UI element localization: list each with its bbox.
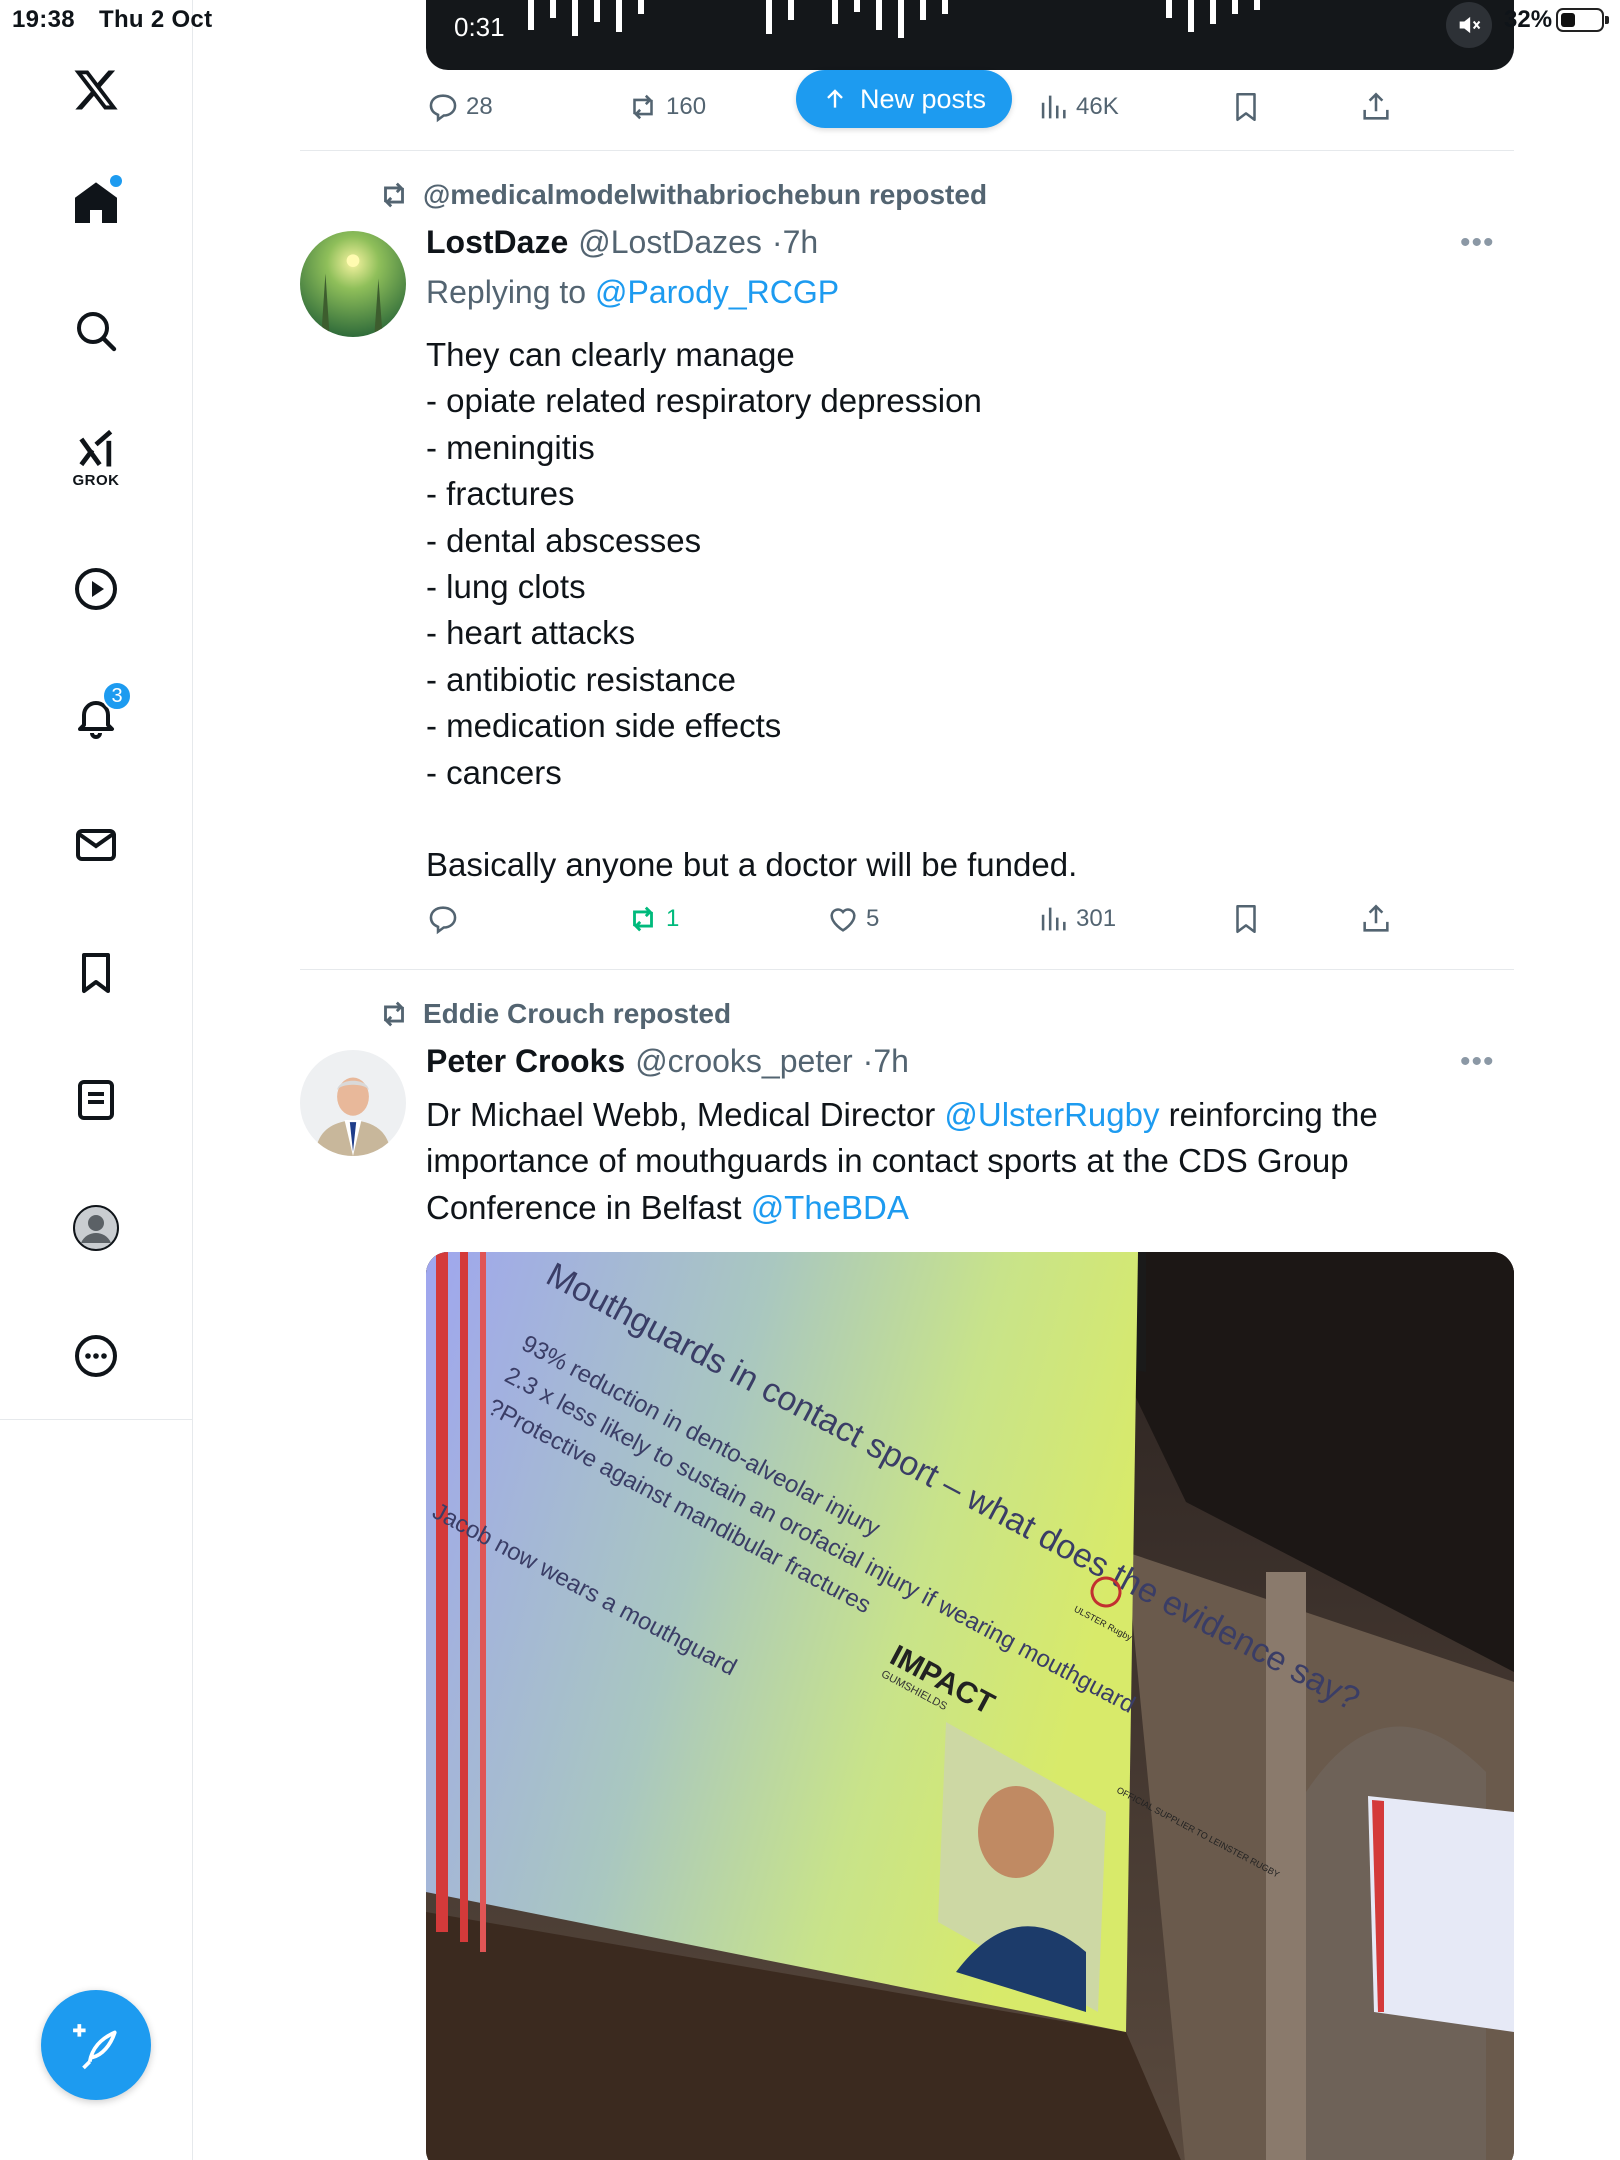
mention-link[interactable]: @UlsterRugby	[944, 1096, 1159, 1133]
repost-count: 160	[666, 93, 707, 120]
post-text: Dr Michael Webb, Medical Director @Ulste…	[426, 1092, 1426, 1231]
notifications-badge: 3	[102, 681, 132, 711]
post-actions: 1 5 301	[426, 902, 1426, 942]
sidebar-item-grok[interactable]: GROK	[56, 418, 136, 498]
sidebar-item-video[interactable]	[56, 549, 136, 629]
repost-button[interactable]: 1	[626, 902, 679, 936]
views-button[interactable]: 46K	[1036, 90, 1119, 124]
sidebar: GROK 3	[0, 0, 193, 2160]
share-button[interactable]	[1359, 90, 1393, 124]
like-count: 5	[866, 905, 880, 932]
replying-to: Replying to @Parody_RCGP	[426, 274, 839, 311]
reply-count: 28	[466, 93, 493, 120]
views-icon	[1041, 95, 1066, 119]
separator-dot: ·	[771, 224, 783, 260]
share-button[interactable]	[1359, 902, 1393, 936]
play-icon	[75, 568, 117, 610]
profile-icon	[73, 1205, 119, 1251]
post-text-part: Dr Michael Webb, Medical Director	[426, 1096, 945, 1133]
list-icon	[78, 1080, 114, 1120]
grok-label: GROK	[72, 471, 120, 489]
sidebar-item-explore[interactable]	[56, 291, 136, 371]
author-handle[interactable]: @LostDazes	[578, 224, 762, 261]
bookmark-icon	[1236, 92, 1256, 122]
grok-icon	[79, 429, 113, 466]
repost-icon	[633, 906, 653, 932]
bookmark-button[interactable]	[1229, 902, 1263, 936]
views-icon	[1041, 907, 1066, 931]
views-button[interactable]: 301	[1036, 902, 1116, 936]
timeline: 0:31 28 160 46K New posts @medicalmodelw…	[300, 0, 1514, 2160]
battery-percent: 32%	[1504, 6, 1553, 33]
author-name[interactable]: LostDaze	[426, 224, 568, 261]
bookmark-icon	[82, 953, 110, 993]
share-icon	[1363, 904, 1389, 932]
post-divider	[300, 969, 1514, 970]
compose-button[interactable]	[41, 1990, 151, 2100]
battery-icon	[1556, 8, 1609, 32]
sidebar-item-profile[interactable]	[56, 1188, 136, 1268]
reply-prefix: Replying to	[426, 274, 587, 310]
repost-label: @medicalmodelwithabriochebun reposted	[423, 179, 988, 210]
reply-mention-link[interactable]: @Parody_RCGP	[595, 274, 839, 310]
new-posts-button[interactable]: New posts	[796, 70, 1013, 128]
views-count: 46K	[1076, 93, 1119, 120]
avatar[interactable]	[300, 231, 406, 337]
repost-icon	[384, 1001, 404, 1027]
post-divider	[300, 150, 1514, 151]
post-header: LostDaze @LostDazes · 7h	[426, 224, 818, 261]
new-posts-label: New posts	[860, 83, 987, 114]
more-options-button[interactable]: •••	[1460, 226, 1495, 260]
post-header: Peter Crooks @crooks_peter · 7h	[426, 1043, 909, 1080]
repost-icon	[384, 182, 404, 208]
author-handle[interactable]: @crooks_peter	[635, 1043, 852, 1080]
arrow-up-icon	[827, 89, 843, 108]
sidebar-item-bookmarks[interactable]	[56, 933, 136, 1013]
separator-dot: ·	[862, 1043, 874, 1079]
post-text: They can clearly manage - opiate related…	[426, 336, 1078, 884]
reply-button[interactable]: 28	[426, 90, 493, 124]
reply-icon	[429, 94, 457, 123]
sidebar-item-home[interactable]	[56, 163, 136, 243]
more-icon	[75, 1335, 117, 1377]
repost-button[interactable]: 160	[626, 90, 706, 124]
repost-label: Eddie Crouch reposted	[423, 998, 732, 1029]
like-button[interactable]: 5	[826, 902, 879, 936]
bookmark-button[interactable]	[1229, 90, 1263, 124]
reply-icon	[429, 906, 457, 935]
sidebar-item-messages[interactable]	[56, 805, 136, 885]
reply-button[interactable]	[426, 902, 466, 936]
post-time: 7h	[873, 1043, 909, 1079]
repost-icon	[633, 94, 653, 120]
mail-icon	[76, 829, 116, 861]
post-image[interactable]: Mouthguards in contact sport – what does…	[426, 1252, 1514, 2160]
sidebar-item-lists[interactable]	[56, 1060, 136, 1140]
more-options-button[interactable]: •••	[1460, 1045, 1495, 1079]
repost-context: @medicalmodelwithabriochebun reposted	[377, 178, 987, 212]
x-logo-icon[interactable]	[56, 50, 136, 130]
sidebar-divider	[0, 1419, 192, 1420]
status-bar: 19:38 Thu 2 Oct 32%	[0, 0, 1620, 40]
views-count: 301	[1076, 905, 1117, 932]
home-unread-dot	[110, 175, 122, 187]
status-time: 19:38	[12, 6, 75, 33]
post-time: 7h	[782, 224, 819, 260]
search-icon	[77, 312, 117, 352]
heart-icon	[830, 908, 856, 932]
compose-icon	[73, 2024, 117, 2070]
sidebar-item-notifications[interactable]: 3	[56, 677, 136, 757]
avatar[interactable]	[300, 1050, 406, 1156]
sidebar-item-more[interactable]	[56, 1316, 136, 1396]
status-date: Thu 2 Oct	[99, 6, 213, 33]
share-icon	[1363, 92, 1389, 120]
author-name[interactable]: Peter Crooks	[426, 1043, 625, 1080]
repost-count: 1	[666, 905, 680, 932]
bookmark-icon	[1236, 904, 1256, 934]
repost-context: Eddie Crouch reposted	[377, 997, 731, 1031]
mention-link[interactable]: @TheBDA	[751, 1189, 909, 1226]
